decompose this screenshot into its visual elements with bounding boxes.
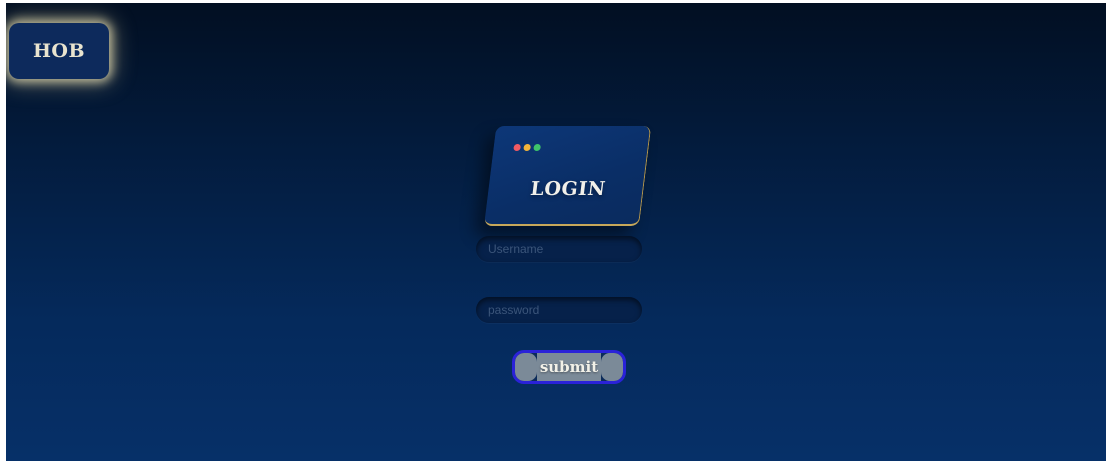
logo-text: HOB (32, 40, 86, 62)
green-dot-icon (533, 144, 542, 151)
red-dot-icon (513, 144, 522, 151)
page-background: HOB LOGIN submit (6, 3, 1106, 461)
password-input[interactable] (476, 297, 642, 323)
submit-label: submit (539, 358, 599, 376)
submit-right-cap (601, 353, 623, 381)
login-title: LOGIN (529, 178, 607, 200)
submit-left-cap (515, 353, 537, 381)
hob-logo[interactable]: HOB (9, 23, 109, 79)
yellow-dot-icon (523, 144, 532, 151)
login-card: LOGIN (484, 126, 652, 226)
window-dots (513, 144, 542, 151)
username-input[interactable] (476, 236, 642, 262)
submit-button[interactable]: submit (512, 350, 626, 384)
